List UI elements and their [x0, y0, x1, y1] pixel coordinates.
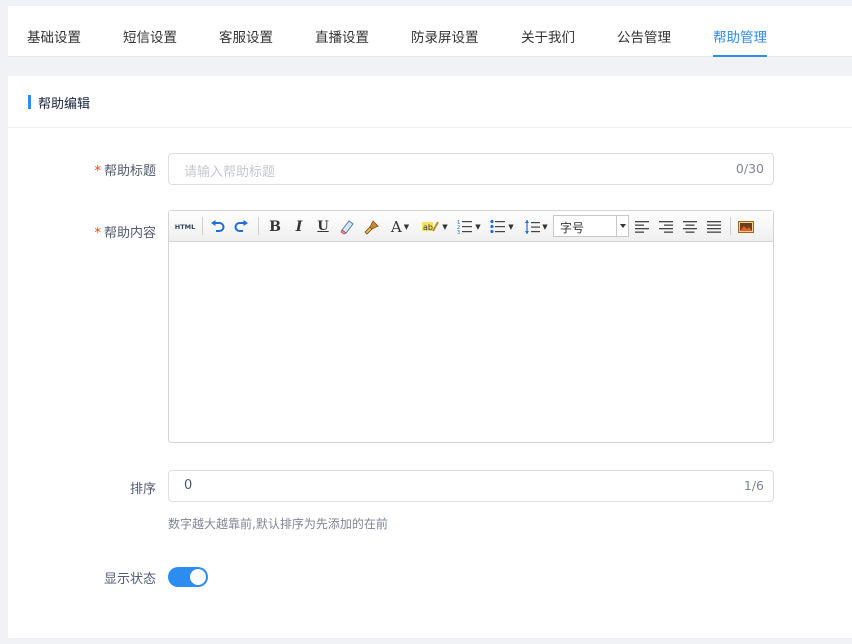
svg-text:ab: ab [423, 223, 433, 232]
tab-sms-settings[interactable]: 短信设置 [123, 26, 177, 57]
card-header: 帮助编辑 [8, 76, 852, 128]
help-title-label: * 帮助标题 [94, 164, 156, 179]
toggle-knob [190, 569, 206, 585]
html-source-icon[interactable]: HTML [173, 217, 197, 236]
rich-text-editor: HTML B I U A ▼ ab ▼ 1 2 3 ▼ ▼ ▼ 字号 [168, 210, 774, 443]
align-center-icon[interactable] [680, 217, 700, 236]
sort-label: 排序 [129, 482, 156, 497]
highlight-color-icon[interactable]: ab ▼ [420, 217, 450, 236]
unordered-list-icon[interactable]: ▼ [487, 217, 517, 236]
eraser-icon[interactable] [337, 217, 357, 236]
undo-icon[interactable] [207, 217, 227, 236]
align-right-icon[interactable] [656, 217, 676, 236]
sort-hint: 数字越大越靠前,默认排序为先添加的在前 [168, 517, 388, 531]
svg-text:3: 3 [457, 230, 460, 234]
help-edit-card: 帮助编辑 * 帮助标题 请输入帮助标题 0/30 * 帮助内容 HTML B I U [8, 76, 852, 638]
ordered-list-icon[interactable]: 1 2 3 ▼ [454, 217, 484, 236]
format-brush-icon[interactable] [361, 217, 381, 236]
bold-icon[interactable]: B [265, 217, 285, 236]
tab-live-settings[interactable]: 直播设置 [315, 26, 369, 57]
required-mark: * [94, 164, 101, 179]
editor-content-area[interactable] [169, 242, 773, 442]
sort-value: 0 [184, 478, 193, 493]
tab-customer-service-settings[interactable]: 客服设置 [219, 26, 273, 57]
underline-icon[interactable]: U [313, 217, 333, 236]
justify-icon[interactable] [704, 217, 724, 236]
sort-char-count: 1/6 [743, 478, 764, 493]
tab-about-us[interactable]: 关于我们 [521, 26, 575, 57]
tab-announcement-management[interactable]: 公告管理 [617, 26, 671, 57]
status-label: 显示状态 [103, 572, 156, 587]
help-title-placeholder: 请输入帮助标题 [184, 165, 276, 180]
status-toggle[interactable] [168, 567, 208, 587]
redo-icon[interactable] [231, 217, 251, 236]
tab-anti-recording-settings[interactable]: 防录屏设置 [411, 26, 479, 57]
help-title-input[interactable]: 请输入帮助标题 0/30 [168, 153, 774, 185]
font-color-icon[interactable]: A ▼ [387, 217, 413, 236]
font-size-select[interactable]: 字号 [553, 215, 629, 237]
image-icon[interactable] [735, 217, 757, 236]
italic-icon[interactable]: I [289, 217, 309, 236]
required-mark: * [94, 226, 101, 241]
help-content-label: * 帮助内容 [94, 226, 156, 241]
line-height-icon[interactable]: ▼ [521, 217, 551, 236]
tab-help-management[interactable]: 帮助管理 [713, 26, 767, 57]
editor-toolbar: HTML B I U A ▼ ab ▼ 1 2 3 ▼ ▼ ▼ 字号 [169, 211, 773, 242]
chevron-down-icon [616, 216, 628, 236]
help-title-char-count: 0/30 [735, 161, 764, 176]
card-title: 帮助编辑 [38, 97, 91, 112]
sort-input[interactable]: 0 1/6 [168, 470, 774, 502]
tab-bar: 基础设置 短信设置 客服设置 直播设置 防录屏设置 关于我们 公告管理 帮助管理 [8, 6, 852, 57]
align-left-icon[interactable] [632, 217, 652, 236]
tab-basic-settings[interactable]: 基础设置 [27, 26, 81, 57]
title-accent-bar [28, 95, 31, 109]
